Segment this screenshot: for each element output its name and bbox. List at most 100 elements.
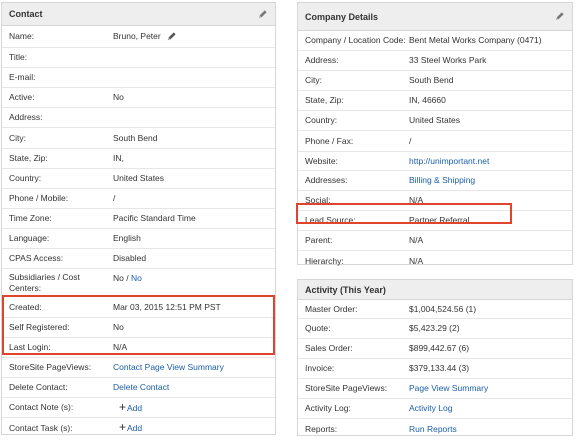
contact-panel: Contact Name: Bruno, Peter Title: E-mail… — [1, 2, 276, 435]
company-row-state-zip: State, Zip: IN, 46660 — [298, 91, 572, 111]
contact-row-city: City: South Bend — [2, 128, 275, 149]
activity-reports-label: Reports: — [305, 423, 338, 434]
company-title: Company Details — [305, 11, 379, 22]
contact-row-self-registered: Self Registered: No — [2, 318, 275, 338]
contact-delete-label: Delete Contact: — [9, 382, 68, 392]
company-social-label: Social: — [305, 195, 331, 205]
company-row-hierarchy: Hierarchy: N/A — [298, 251, 572, 271]
company-addresses-label: Addresses: — [305, 175, 348, 185]
activity-panel: Activity (This Year) Master Order: $1,00… — [297, 279, 573, 436]
company-address-label: Address: — [305, 55, 339, 65]
company-lead-source-label: Lead Source: — [305, 215, 356, 225]
edit-name-pencil-icon[interactable] — [166, 31, 177, 42]
contact-notes-label: Contact Note (s): — [9, 402, 74, 412]
company-country-value: United States — [409, 115, 461, 125]
company-row-website: Website: http://unimportant.net — [298, 152, 572, 171]
contact-row-title: Title: — [2, 48, 275, 68]
edit-company-pencil-icon[interactable] — [554, 11, 565, 22]
contact-title: Contact — [9, 9, 43, 19]
company-parent-label: Parent: — [305, 235, 333, 245]
add-task-label: Add — [127, 423, 143, 433]
contact-active-value: No — [113, 92, 124, 102]
company-code-value: Bent Metal Works Company (0471) — [409, 35, 542, 45]
contact-self-registered-value: No — [113, 322, 124, 332]
contact-last-login-label: Last Login: — [9, 342, 51, 352]
contact-subsidiaries-value: No / No — [113, 273, 142, 284]
company-website-link[interactable]: http://unimportant.net — [409, 156, 489, 167]
edit-contact-pencil-icon[interactable] — [257, 9, 268, 20]
contact-phone-label: Phone / Mobile: — [9, 193, 69, 203]
company-phone-label: Phone / Fax: — [305, 135, 354, 146]
company-row-phone: Phone / Fax: / — [298, 131, 572, 152]
company-code-label: Company / Location Code: — [305, 35, 406, 45]
activity-row-pageviews: StoreSite PageViews: Page View Summary — [298, 379, 572, 399]
contact-row-address: Address: — [2, 108, 275, 128]
activity-master-order-value: $1,004,524.56 (1) — [409, 303, 477, 314]
company-country-label: Country: — [305, 115, 338, 125]
activity-quote-value: $5,423.29 (2) — [409, 323, 460, 333]
company-row-social: Social: N/A — [298, 191, 572, 211]
contact-row-name: Name: Bruno, Peter — [2, 26, 275, 48]
billing-shipping-link[interactable]: Billing & Shipping — [409, 175, 475, 186]
contact-timezone-value: Pacific Standard Time — [113, 213, 196, 223]
contact-header: Contact — [2, 3, 275, 26]
contact-cpas-value: Disabled — [113, 253, 147, 263]
contact-email-label: E-mail: — [9, 72, 36, 82]
activity-sales-order-label: Sales Order: — [305, 343, 353, 353]
contact-page-view-summary-link[interactable]: Contact Page View Summary — [113, 362, 224, 373]
delete-contact-link[interactable]: Delete Contact — [113, 382, 169, 393]
activity-row-log: Activity Log: Activity Log — [298, 399, 572, 419]
subsidiaries-link[interactable]: No — [131, 273, 142, 283]
company-row-parent: Parent: N/A — [298, 231, 572, 251]
activity-invoice-label: Invoice: — [305, 363, 335, 373]
contact-timezone-label: Time Zone: — [9, 213, 52, 223]
contact-city-label: City: — [9, 132, 26, 143]
contact-language-label: Language: — [9, 233, 50, 243]
activity-row-quote: Quote: $5,423.29 (2) — [298, 319, 572, 339]
contact-row-country: Country: United States — [2, 169, 275, 189]
activity-title: Activity (This Year) — [305, 284, 386, 295]
contact-name-label: Name: — [9, 31, 35, 41]
contact-title-label: Title: — [9, 52, 28, 62]
activity-row-reports: Reports: Run Reports — [298, 419, 572, 439]
activity-sales-order-value: $899,442.67 (6) — [409, 343, 470, 353]
company-row-city: City: South Bend — [298, 71, 572, 91]
contact-tasks-label: Contact Task (s): — [9, 422, 73, 433]
activity-row-sales-order: Sales Order: $899,442.67 (6) — [298, 339, 572, 359]
contact-state-zip-label: State, Zip: — [9, 153, 48, 163]
contact-row-language: Language: English — [2, 229, 275, 249]
activity-row-invoice: Invoice: $379,133.44 (3) — [298, 359, 572, 379]
page-view-summary-link[interactable]: Page View Summary — [409, 383, 488, 394]
activity-header: Activity (This Year) — [298, 280, 572, 300]
activity-master-order-label: Master Order: — [305, 303, 358, 314]
company-hierarchy-value: N/A — [409, 255, 424, 266]
company-details-panel: Company Details Company / Location Code:… — [297, 2, 573, 266]
add-task-button[interactable]: +Add — [113, 421, 143, 434]
contact-row-active: Active: No — [2, 88, 275, 108]
contact-cpas-label: CPAS Access: — [9, 253, 64, 263]
company-header: Company Details — [298, 3, 572, 31]
contact-created-value: Mar 03, 2015 12:51 PM PST — [113, 301, 221, 312]
activity-log-link[interactable]: Activity Log — [409, 403, 452, 414]
contact-phone-value: / — [113, 193, 116, 203]
subsidiaries-prefix: No / — [113, 273, 131, 283]
company-hierarchy-label: Hierarchy: — [305, 255, 344, 266]
run-reports-link[interactable]: Run Reports — [409, 424, 457, 435]
company-row-country: Country: United States — [298, 111, 572, 131]
company-address-value: 33 Steel Works Park — [409, 55, 487, 65]
contact-row-created: Created: Mar 03, 2015 12:51 PM PST — [2, 297, 275, 318]
company-phone-value: / — [409, 135, 412, 146]
contact-row-tasks: Contact Task (s): +Add — [2, 418, 275, 438]
activity-pageviews-label: StoreSite PageViews: — [305, 383, 388, 393]
contact-created-label: Created: — [9, 301, 42, 312]
company-city-value: South Bend — [409, 75, 454, 85]
contact-row-state-zip: State, Zip: IN, — [2, 149, 275, 169]
activity-log-label: Activity Log: — [305, 403, 351, 413]
company-website-label: Website: — [305, 155, 338, 166]
contact-row-phone: Phone / Mobile: / — [2, 189, 275, 209]
add-note-button[interactable]: +Add — [113, 401, 142, 414]
contact-address-label: Address: — [9, 112, 43, 122]
activity-row-master-order: Master Order: $1,004,524.56 (1) — [298, 300, 572, 319]
contact-state-zip-value: IN, — [113, 153, 124, 163]
contact-name-value: Bruno, Peter — [113, 31, 161, 41]
